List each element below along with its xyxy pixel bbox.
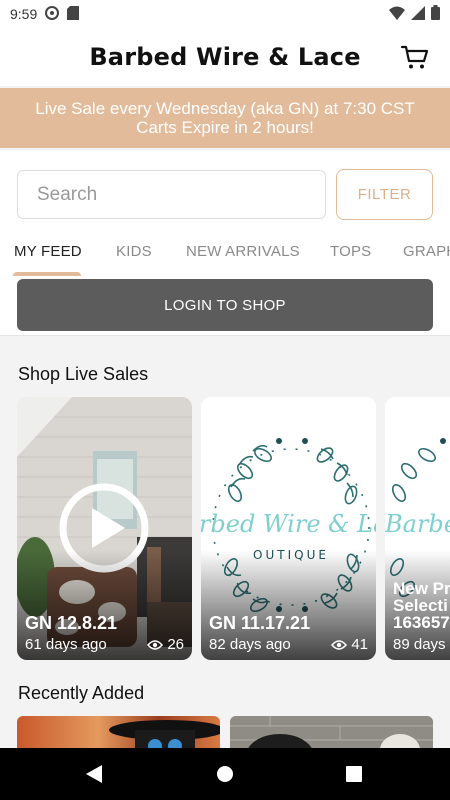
search-area: FILTER xyxy=(0,150,450,236)
card-views: 26 xyxy=(147,636,184,653)
announcement-banner: Live Sale every Wednesday (aka GN) at 7:… xyxy=(0,88,450,148)
app-header: Barbed Wire & Lace xyxy=(0,28,450,86)
search-input[interactable] xyxy=(37,183,306,206)
live-sale-card[interactable]: GN 12.8.21 61 days ago 26 xyxy=(17,397,192,660)
filter-button[interactable]: FILTER xyxy=(336,169,433,220)
svg-text:Barbed Wire & Lace: Barbed Wire & Lace xyxy=(201,510,376,538)
view-count: 26 xyxy=(167,636,184,653)
tab-new-arrivals[interactable]: NEW ARRIVALS xyxy=(186,243,300,260)
status-time: 9:59 xyxy=(10,6,38,22)
tab-graphic[interactable]: GRAPH xyxy=(403,243,450,260)
recents-icon[interactable] xyxy=(346,766,362,782)
sync-icon xyxy=(45,5,60,23)
banner-line-2: Carts Expire in 2 hours! xyxy=(136,118,314,137)
card-title: GN 11.17.21 xyxy=(209,613,311,633)
login-to-shop-button[interactable]: LOGIN TO SHOP xyxy=(17,279,433,331)
banner-line-1: Live Sale every Wednesday (aka GN) at 7:… xyxy=(35,99,415,118)
cart-button[interactable] xyxy=(400,42,430,72)
battery-icon xyxy=(431,5,440,23)
home-icon[interactable] xyxy=(216,765,234,783)
card-title: New Pr Selecti 163657 xyxy=(393,579,450,632)
eye-icon xyxy=(147,639,164,650)
card-date: 89 days xyxy=(393,636,446,653)
sd-card-icon xyxy=(67,5,80,23)
tab-tops[interactable]: TOPS xyxy=(330,243,371,260)
recently-added-title: Recently Added xyxy=(18,683,145,703)
app-title: Barbed Wire & Lace xyxy=(89,43,361,71)
wifi-icon xyxy=(389,6,405,23)
card-views: 41 xyxy=(331,636,368,653)
status-bar: 9:59 xyxy=(0,0,450,28)
eye-icon xyxy=(331,639,348,650)
live-sale-card[interactable]: Barbed New Pr Selecti 163657 89 days xyxy=(385,397,450,660)
tab-kids[interactable]: KIDS xyxy=(116,243,152,260)
system-nav-bar xyxy=(0,748,450,800)
login-section: LOGIN TO SHOP xyxy=(0,276,450,336)
back-icon[interactable] xyxy=(86,765,102,783)
view-count: 41 xyxy=(351,636,368,653)
live-sales-title: Shop Live Sales xyxy=(18,364,149,384)
signal-icon xyxy=(411,5,425,23)
cart-icon xyxy=(400,45,429,69)
card-date: 82 days ago xyxy=(209,636,291,653)
card-date: 61 days ago xyxy=(25,636,107,653)
live-sale-card[interactable]: Barbed Wire & Lace OUTIQUE GN 11.17.21 8… xyxy=(201,397,376,660)
tab-my-feed[interactable]: MY FEED xyxy=(14,243,82,260)
search-box[interactable] xyxy=(17,170,326,219)
category-tabs: MY FEED KIDS NEW ARRIVALS TOPS GRAPH xyxy=(0,236,450,276)
card-title: GN 12.8.21 xyxy=(25,613,118,633)
svg-text:Barbed: Barbed xyxy=(385,510,450,538)
